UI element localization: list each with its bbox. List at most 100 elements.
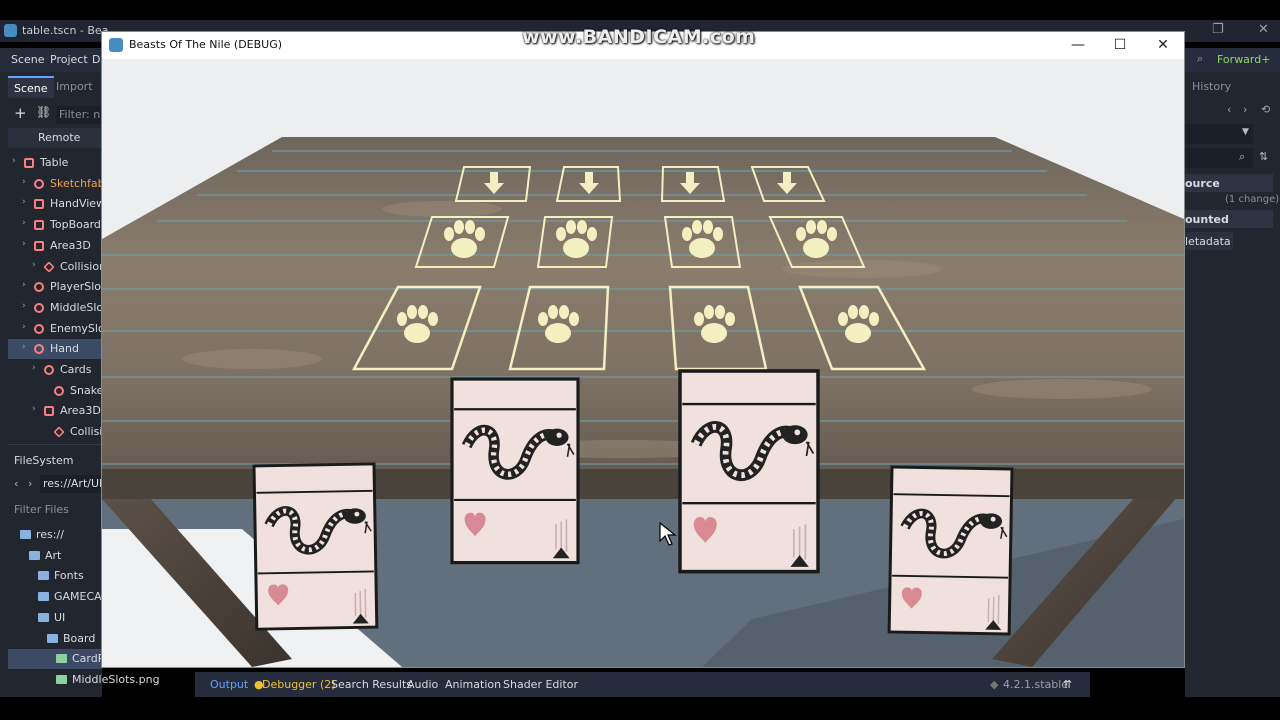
- node-type-icon: [34, 323, 44, 334]
- scene-node-label: HandView: [50, 197, 106, 211]
- scene-filter-input[interactable]: Filter: na: [56, 106, 102, 124]
- folder-icon: [20, 530, 31, 539]
- scene-node-topboardvi[interactable]: › TopBoardVi: [8, 215, 111, 235]
- scene-node-cards[interactable]: › Cards: [8, 360, 102, 380]
- filter-files-input[interactable]: Filter Files: [14, 503, 69, 516]
- mounted-section[interactable]: ounted: [1185, 210, 1273, 228]
- filter-search-icon[interactable]: ⌕: [1239, 150, 1245, 164]
- search-icon[interactable]: ⌕: [1197, 52, 1203, 66]
- filesystem-path[interactable]: res://Art/UI/B: [40, 475, 102, 493]
- expand-arrow-icon[interactable]: ›: [22, 197, 26, 207]
- file-item-ui[interactable]: UI: [8, 608, 102, 628]
- scene-node-table[interactable]: › Table: [8, 153, 102, 173]
- file-item-res-[interactable]: res://: [8, 525, 102, 545]
- scene-node-label: Cards: [60, 363, 92, 376]
- tab-audio[interactable]: Audio: [407, 678, 438, 691]
- back-icon[interactable]: ‹: [14, 477, 18, 490]
- tab-scene[interactable]: Scene: [8, 76, 54, 98]
- image-file-icon: [56, 674, 67, 684]
- sort-icon[interactable]: ⇅: [1259, 150, 1268, 163]
- game-viewport[interactable]: [102, 59, 1184, 667]
- history-icon[interactable]: ⟲: [1261, 103, 1270, 116]
- expand-arrow-icon[interactable]: ›: [22, 301, 26, 311]
- menu-project[interactable]: Project: [50, 53, 88, 66]
- metadata-button[interactable]: letadata: [1185, 232, 1233, 250]
- expand-arrow-icon[interactable]: ›: [32, 404, 36, 414]
- node-type-icon: [54, 385, 64, 396]
- scene-node-label: Hand: [50, 342, 79, 356]
- expand-arrow-icon[interactable]: ›: [32, 260, 36, 270]
- expand-arrow-icon[interactable]: ›: [22, 280, 26, 290]
- tab-output[interactable]: Output: [210, 678, 248, 691]
- editor-title: table.tscn - Bea: [22, 24, 109, 37]
- prev-icon[interactable]: ‹: [1227, 103, 1231, 116]
- scene-node-collision[interactable]: Collision: [8, 422, 116, 442]
- add-node-icon[interactable]: +: [14, 104, 27, 122]
- node-type-icon: [44, 406, 54, 417]
- file-item-fonts[interactable]: Fonts: [8, 566, 102, 586]
- hand-card-snake[interactable]: [680, 371, 818, 572]
- expand-arrow-icon[interactable]: ›: [22, 239, 26, 249]
- file-item-board[interactable]: Board: [8, 629, 102, 649]
- left-dock: Scene Import + ⛓ Filter: na Remote › Tabl…: [0, 72, 160, 697]
- tab-import[interactable]: Import: [50, 76, 99, 98]
- expand-arrow-icon[interactable]: ›: [22, 342, 26, 352]
- tab-animation[interactable]: Animation: [445, 678, 501, 691]
- hand-card-snake[interactable]: [889, 467, 1012, 634]
- scene-node-handview[interactable]: › HandView: [8, 194, 106, 214]
- close-icon[interactable]: ✕: [1258, 22, 1269, 37]
- link-icon[interactable]: ⛓: [36, 105, 51, 119]
- renderer-select[interactable]: Forward+: [1217, 53, 1270, 66]
- scene-node-snake[interactable]: Snake: [8, 381, 104, 401]
- bandicam-watermark: www.BANDICAM.com: [522, 26, 756, 48]
- godot-icon: [4, 24, 17, 37]
- scene-node-collisions[interactable]: › CollisionS: [8, 257, 113, 277]
- expand-arrow-icon[interactable]: ›: [22, 177, 26, 187]
- scene-node-middleslots[interactable]: › MiddleSlots: [8, 298, 113, 318]
- tab-search-results[interactable]: Search Results: [331, 678, 412, 691]
- tab-history[interactable]: History: [1192, 80, 1231, 93]
- file-item-middleslots-png[interactable]: MiddleSlots.png: [8, 670, 194, 690]
- file-item-label: MiddleSlots.png: [72, 672, 160, 686]
- scene-node-label: Snake: [70, 383, 104, 397]
- scene-node-label: Area3D: [60, 404, 101, 418]
- game-window-title: Beasts Of The Nile (DEBUG): [129, 38, 283, 51]
- scene-node-area3d[interactable]: › Area3D: [8, 401, 102, 421]
- node-type-icon: [34, 282, 44, 293]
- folder-icon: [56, 654, 67, 664]
- expand-arrow-icon[interactable]: ›: [22, 322, 26, 332]
- expand-panel-icon[interactable]: ⇈: [1063, 678, 1072, 691]
- file-item-label: CardP: [72, 652, 105, 666]
- version-icon: ◆: [990, 678, 999, 691]
- expand-arrow-icon[interactable]: ›: [32, 363, 36, 373]
- scene-node-playerslots[interactable]: › PlayerSlots: [8, 277, 111, 297]
- screen-bottom: [0, 697, 1280, 720]
- forward-icon[interactable]: ›: [28, 477, 32, 490]
- folder-icon: [38, 612, 49, 622]
- scene-node-area3d[interactable]: › Area3D: [8, 236, 102, 256]
- expand-arrow-icon[interactable]: ›: [22, 218, 26, 228]
- file-item-gamecar[interactable]: GAMECAR: [8, 587, 109, 607]
- file-item-cardp[interactable]: CardP: [8, 649, 105, 670]
- source-section[interactable]: ource: [1185, 174, 1273, 192]
- menu-scene[interactable]: Scene: [11, 53, 45, 66]
- tab-debugger[interactable]: Debugger (2): [262, 678, 336, 691]
- scene-node-sketchfab-m[interactable]: › Sketchfab_m: [8, 174, 121, 194]
- node-type-icon: [34, 344, 44, 355]
- tab-shader-editor[interactable]: Shader Editor: [503, 678, 578, 691]
- minimize-button[interactable]: —: [1069, 36, 1087, 54]
- maximize-button[interactable]: ☐: [1111, 36, 1129, 54]
- scene-node-hand[interactable]: › Hand: [8, 339, 102, 360]
- close-button[interactable]: ✕: [1154, 36, 1172, 54]
- remote-button[interactable]: Remote: [8, 128, 102, 148]
- expand-arrow-icon[interactable]: ›: [12, 156, 16, 166]
- chevron-down-icon[interactable]: ▼: [1242, 127, 1249, 137]
- file-item-art[interactable]: Art: [8, 546, 102, 566]
- node-type-icon: [34, 240, 44, 251]
- hand-card-snake[interactable]: [452, 379, 578, 563]
- scene-node-enemyslots[interactable]: › EnemySlots: [8, 319, 115, 339]
- restore-icon[interactable]: ❐: [1212, 22, 1224, 37]
- version-label: 4.2.1.stable: [1003, 678, 1069, 691]
- hand-card-snake[interactable]: [254, 464, 377, 629]
- next-icon[interactable]: ›: [1243, 103, 1247, 116]
